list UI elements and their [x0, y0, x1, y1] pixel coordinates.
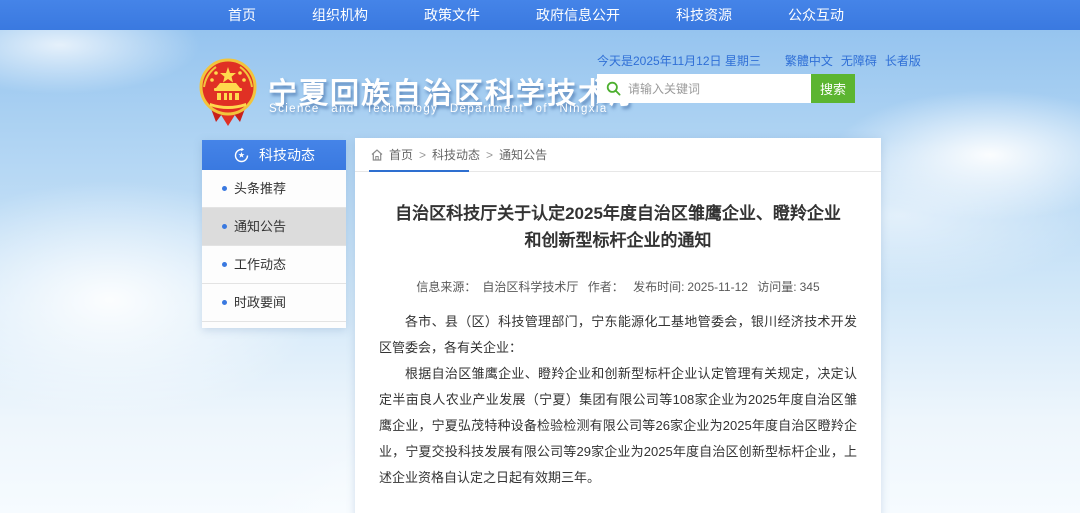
top-nav: 首页 组织机构 政策文件 政府信息公开 科技资源 公众互动 — [0, 0, 1080, 30]
meta-source: 自治区科学技术厅 — [482, 280, 578, 294]
link-accessibility[interactable]: 无障碍 — [841, 52, 877, 69]
article-title: 自治区科技厅关于认定2025年度自治区雏鹰企业、瞪羚企业 和创新型标杆企业的通知 — [355, 200, 881, 254]
bullet-dot-icon — [222, 300, 227, 305]
sidebar-header: 科技动态 — [202, 140, 346, 170]
search-input-wrap — [597, 74, 811, 103]
nav-item-policy[interactable]: 政策文件 — [396, 0, 508, 30]
site-subtitle: Science and Technology Department of Nin… — [269, 103, 608, 115]
sidebar-title: 科技动态 — [259, 145, 315, 165]
sidebar-item-label: 头条推荐 — [234, 181, 286, 196]
article-meta: 信息来源： 自治区科学技术厅 作者： 发布时间:2025-11-12 访问量: 34… — [355, 278, 881, 295]
sidebar-item-work-updates[interactable]: 工作动态 — [202, 246, 346, 284]
nav-item-organization[interactable]: 组织机构 — [284, 0, 396, 30]
sidebar-item-current-politics[interactable]: 时政要闻 — [202, 284, 346, 322]
national-emblem-logo — [196, 56, 260, 133]
bullet-dot-icon — [222, 186, 227, 191]
sidebar-item-notices[interactable]: 通知公告 — [202, 208, 346, 246]
article-body: 各市、县（区）科技管理部门，宁东能源化工基地管委会，银川经济技术开发区管委会，各… — [379, 309, 857, 491]
article-paragraph: 各市、县（区）科技管理部门，宁东能源化工基地管委会，银川经济技术开发区管委会，各… — [379, 309, 857, 361]
nav-item-interaction[interactable]: 公众互动 — [760, 0, 872, 30]
bullet-dot-icon — [222, 224, 227, 229]
breadcrumb-tech-news[interactable]: 科技动态 — [432, 146, 480, 163]
meta-author-label: 作者： — [588, 280, 624, 294]
sidebar-item-label: 通知公告 — [234, 219, 286, 234]
search-button[interactable]: 搜索 — [811, 74, 855, 103]
star-refresh-icon — [233, 147, 250, 164]
nav-item-home[interactable]: 首页 — [200, 0, 284, 30]
nav-item-resources[interactable]: 科技资源 — [648, 0, 760, 30]
search-icon — [606, 81, 621, 96]
header-utility-row: 今天是2025年11月12日 星期三 繁體中文 无障碍 长者版 — [597, 52, 872, 69]
breadcrumb: 首页 > 科技动态 > 通知公告 — [355, 138, 881, 172]
nav-item-gov-info[interactable]: 政府信息公开 — [508, 0, 648, 30]
main-content-panel: 首页 > 科技动态 > 通知公告 自治区科技厅关于认定2025年度自治区雏鹰企业… — [355, 138, 881, 513]
breadcrumb-notices[interactable]: 通知公告 — [499, 146, 547, 163]
meta-publish-label: 发布时间: — [633, 280, 684, 294]
link-elderly-version[interactable]: 长者版 — [885, 52, 921, 69]
bullet-dot-icon — [222, 262, 227, 267]
today-date-text: 今天是2025年11月12日 星期三 — [597, 52, 761, 69]
meta-source-label: 信息来源： — [416, 280, 476, 294]
breadcrumb-home[interactable]: 首页 — [389, 146, 413, 163]
link-traditional-chinese[interactable]: 繁體中文 — [785, 52, 833, 69]
sidebar-item-label: 时政要闻 — [234, 295, 286, 310]
breadcrumb-separator: > — [419, 148, 426, 162]
search-input[interactable] — [628, 82, 811, 96]
home-icon — [370, 148, 384, 162]
page: 首页 组织机构 政策文件 政府信息公开 科技资源 公众互动 — [0, 0, 1080, 513]
article-title-line2: 和创新型标杆企业的通知 — [355, 227, 881, 254]
sidebar-item-label: 工作动态 — [234, 257, 286, 272]
sidebar-item-headlines[interactable]: 头条推荐 — [202, 170, 346, 208]
breadcrumb-active-underline — [369, 170, 469, 172]
meta-visits-label: 访问量: — [757, 280, 796, 294]
sidebar: 科技动态 头条推荐 通知公告 工作动态 时政要闻 — [202, 140, 346, 328]
meta-publish-date: 2025-11-12 — [687, 280, 748, 294]
article-paragraph: 根据自治区雏鹰企业、瞪羚企业和创新型标杆企业认定管理有关规定，决定认定半亩良人农… — [379, 361, 857, 491]
meta-visits-count: 345 — [800, 280, 820, 294]
breadcrumb-separator: > — [486, 148, 493, 162]
search-bar: 搜索 — [597, 74, 855, 103]
article-title-line1: 自治区科技厅关于认定2025年度自治区雏鹰企业、瞪羚企业 — [355, 200, 881, 227]
